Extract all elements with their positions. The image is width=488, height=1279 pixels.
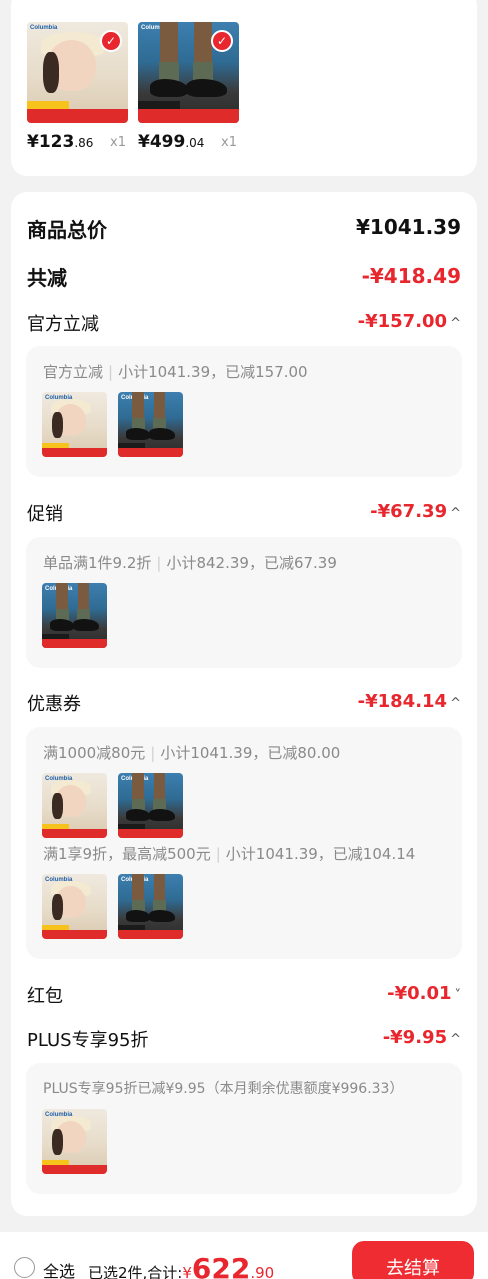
promo-strip	[27, 100, 70, 109]
promo-strip	[42, 638, 107, 648]
total-discount-value: -¥418.49	[361, 264, 461, 288]
product-thumb-shoe: Columbia	[42, 583, 107, 648]
official-discount-detail: 官方立减|小计1041.39，已减157.00 Columbia Columbi…	[26, 346, 462, 477]
shoe-shape	[125, 809, 151, 822]
product-thumb-hat[interactable]: Columbia ✓	[27, 22, 128, 123]
item-quantity: x1	[110, 135, 126, 150]
product-thumb-shoe: Columbia	[118, 392, 183, 457]
promotion-detail: 单品满1件9.2折|小计842.39，已减67.39 Columbia	[26, 537, 462, 668]
promo-strip	[42, 929, 107, 939]
selected-count-text: 已选2件,合计:	[88, 1264, 183, 1279]
red-packet-value: -¥0.01	[387, 983, 452, 1004]
red-packet-label: 红包	[27, 986, 63, 1007]
promotion-toggle[interactable]: -¥67.39 ^	[370, 501, 461, 522]
promo-strip	[42, 828, 107, 838]
product-thumb-shoe: Columbia	[118, 773, 183, 838]
shoe-shape	[49, 619, 75, 632]
brand-logo: Columbia	[30, 25, 58, 31]
currency-symbol: ¥	[182, 1264, 192, 1279]
hair-shape	[52, 792, 63, 819]
sock-shape	[159, 62, 180, 81]
shoe-shape	[149, 809, 176, 822]
official-discount-label: 官方立减	[27, 314, 99, 335]
selected-check-icon[interactable]: ✓	[211, 30, 233, 52]
chevron-up-icon: ^	[450, 696, 461, 711]
shoe-shape	[125, 428, 151, 441]
detail-text: PLUS专享95折已减¥9.95（本月剩余优惠额度¥996.33）	[43, 1081, 404, 1097]
shoe-shape	[125, 910, 151, 923]
item-quantity: x1	[221, 135, 237, 150]
total-price-value: ¥1041.39	[355, 215, 461, 239]
chevron-up-icon: ^	[450, 1032, 461, 1047]
chevron-up-icon: ^	[450, 316, 461, 331]
hair-shape	[52, 1128, 63, 1155]
hair-shape	[43, 52, 60, 93]
promo-strip	[42, 447, 107, 457]
price-detail-card: 商品总价 ¥1041.39 共减 -¥418.49 官方立减 -¥157.00 ^…	[11, 192, 477, 1216]
product-thumb-hat: Columbia	[42, 773, 107, 838]
official-discount-value: -¥157.00	[357, 311, 448, 332]
sock-shape	[192, 62, 213, 81]
coupon-label: 优惠券	[27, 694, 81, 715]
product-thumb-hat: Columbia	[42, 1109, 107, 1174]
product-thumb-hat: Columbia	[42, 392, 107, 457]
product-thumb-shoe: Columbia	[118, 874, 183, 939]
plus-discount-value: -¥9.95	[382, 1027, 448, 1048]
plus-discount-toggle[interactable]: -¥9.95 ^	[383, 1027, 461, 1048]
hair-shape	[52, 893, 63, 920]
coupon-detail: 满1000减80元|小计1041.39，已减80.00 Columbia Col…	[26, 727, 462, 959]
red-packet-toggle[interactable]: -¥0.01 ˅	[387, 983, 461, 1004]
coupon-toggle[interactable]: -¥184.14 ^	[358, 691, 461, 712]
shoe-shape	[150, 78, 189, 97]
coupon-value: -¥184.14	[357, 691, 448, 712]
promotion-label: 促销	[27, 504, 63, 525]
selected-check-icon[interactable]: ✓	[100, 30, 122, 52]
product-thumb-shoe[interactable]: Columbia ✓	[138, 22, 239, 123]
checkout-button[interactable]: 去结算	[352, 1241, 474, 1279]
product-thumb-hat: Columbia	[42, 874, 107, 939]
order-total: 已选2件,合计:¥622.90	[88, 1252, 274, 1279]
checkout-bar: 全选 已选2件,合计:¥622.90 去结算	[0, 1232, 488, 1279]
promo-strip	[42, 1164, 107, 1174]
promo-strip	[118, 929, 183, 939]
promo-strip	[138, 108, 239, 123]
chevron-down-icon: ˅	[454, 988, 462, 1003]
shoe-shape	[186, 78, 227, 97]
shoe-shape	[149, 428, 176, 441]
detail-text: 单品满1件9.2折 | 小计842.39，已减67.39	[43, 554, 337, 572]
shoe-shape	[149, 910, 176, 923]
detail-text: 满1享9折，最高减500元 | 小计1041.39，已减104.14	[43, 845, 416, 863]
promo-strip	[118, 828, 183, 838]
promotion-value: -¥67.39	[370, 501, 448, 522]
detail-text: 官方立减 | 小计1041.39，已减157.00	[43, 363, 308, 381]
plus-discount-detail: PLUS专享95折已减¥9.95（本月剩余优惠额度¥996.33） Columb…	[26, 1063, 462, 1194]
select-all-label[interactable]: 全选	[43, 1258, 75, 1279]
plus-discount-label: PLUS专享95折	[27, 1030, 149, 1051]
item-price: ¥123.86	[27, 132, 94, 152]
promo-strip	[118, 447, 183, 457]
promo-strip	[27, 108, 128, 123]
hair-shape	[52, 411, 63, 438]
shoe-shape	[73, 619, 100, 632]
detail-text: 满1000减80元 | 小计1041.39，已减80.00	[43, 744, 341, 762]
item-price: ¥499.04	[138, 132, 205, 152]
select-all-radio[interactable]	[14, 1257, 35, 1278]
total-price-label: 商品总价	[27, 218, 107, 242]
promo-strip	[138, 100, 181, 109]
chevron-up-icon: ^	[450, 506, 461, 521]
total-amount-decimal: .90	[250, 1264, 275, 1279]
total-amount: 622	[191, 1252, 251, 1279]
official-discount-toggle[interactable]: -¥157.00 ^	[358, 311, 461, 332]
selected-products-card: Columbia ✓ Columbia ✓ ¥123.86 x1 ¥499.04…	[11, 0, 477, 176]
total-discount-label: 共减	[27, 266, 67, 290]
